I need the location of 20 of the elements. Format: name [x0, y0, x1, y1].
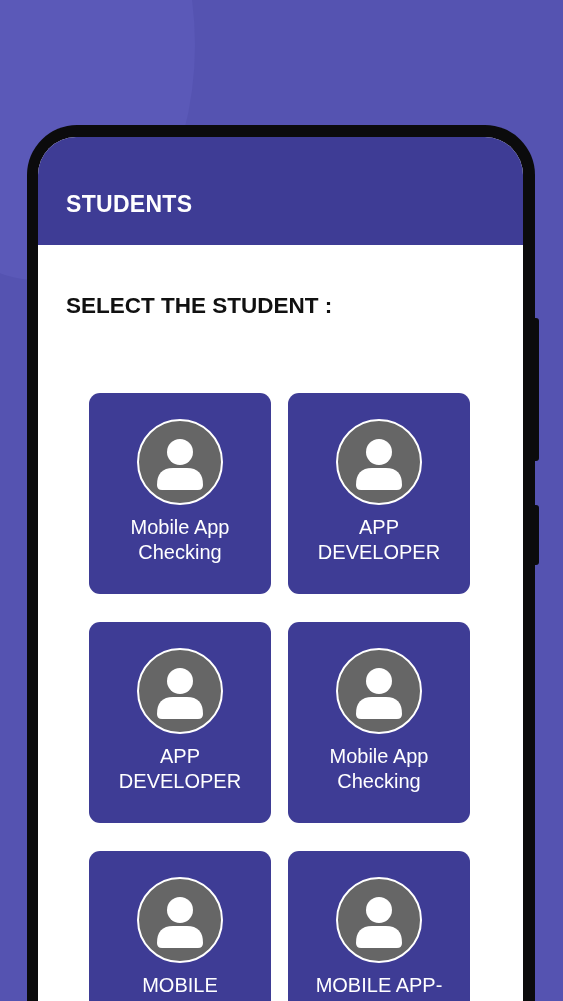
student-card[interactable]: MOBILE APP- [288, 850, 470, 1001]
student-card[interactable]: Mobile App Checking [288, 621, 470, 823]
prompt-text: SELECT THE STUDENT : [66, 292, 334, 320]
student-name: MOBILE [142, 972, 218, 998]
avatar-icon [137, 418, 223, 505]
app-bar-title: STUDENTS [66, 189, 193, 219]
avatar-icon [336, 647, 422, 734]
avatar-icon [137, 876, 223, 963]
student-card[interactable]: Mobile App Checking [89, 392, 271, 594]
student-name: MOBILE APP- [315, 972, 443, 998]
student-card[interactable]: MOBILE [89, 850, 271, 1001]
student-name: APP DEVELOPER [117, 743, 243, 794]
avatar-icon [336, 876, 422, 963]
avatar-icon [336, 418, 422, 505]
student-name: Mobile App Checking [328, 743, 430, 794]
student-name: APP DEVELOPER [316, 514, 442, 565]
student-card[interactable]: APP DEVELOPER [89, 621, 271, 823]
student-name: Mobile App Checking [129, 514, 231, 565]
avatar-icon [137, 647, 223, 734]
student-card[interactable]: APP DEVELOPER [288, 392, 470, 594]
